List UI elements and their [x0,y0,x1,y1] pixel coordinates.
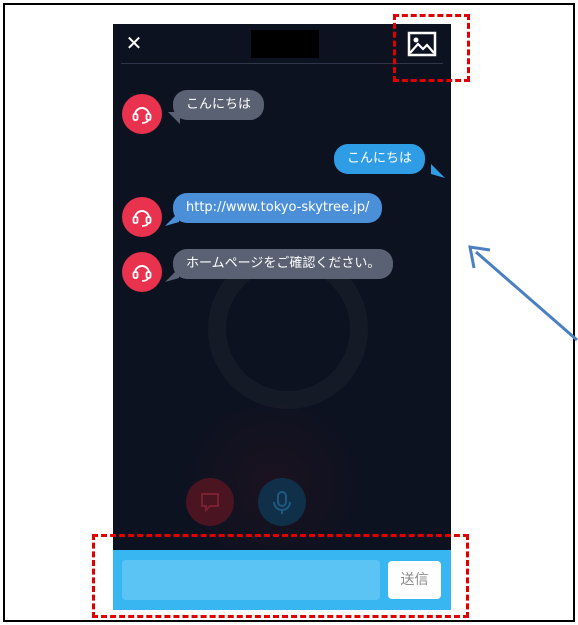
chat-bubble-icon [201,493,219,513]
microphone-icon [273,491,291,514]
highlight-input-bar [92,534,469,618]
operator-avatar [122,252,162,292]
close-icon: ✕ [125,31,143,55]
headset-icon [132,210,152,227]
operator-avatar [122,197,162,237]
headset-icon [132,107,152,124]
chat-screen: ✕ こんにちは こんにちは http://www.tokyo-skytree.j… [113,24,451,610]
chat-mode-button[interactable] [186,478,234,526]
highlight-image-button [393,14,470,82]
message-bubble: こんにちは [173,90,265,120]
message-link[interactable]: http://www.tokyo-skytree.jp/ [173,193,383,223]
pointer-arrow [468,245,578,342]
redacted-title [251,30,319,58]
message-bubble: こんにちは [334,144,426,174]
close-button[interactable]: ✕ [123,32,145,54]
headset-icon [132,265,152,282]
voice-mode-button[interactable] [258,478,306,526]
message-bubble: ホームページをご確認ください。 [173,249,394,279]
operator-avatar [122,94,162,134]
